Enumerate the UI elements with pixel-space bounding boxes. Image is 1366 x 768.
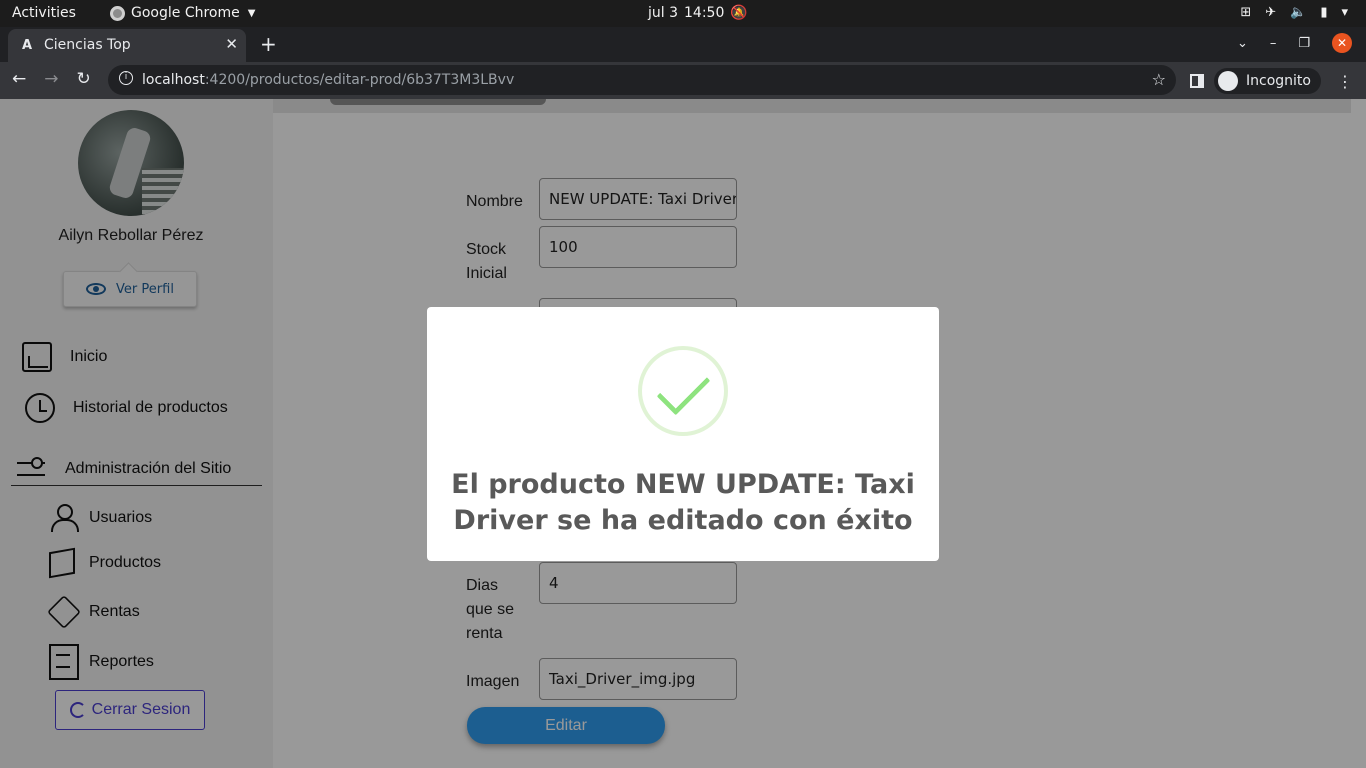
network-icon: ⊞	[1240, 5, 1252, 20]
reload-icon[interactable]: ↻	[77, 69, 91, 89]
back-icon[interactable]: ←	[12, 69, 26, 89]
incognito-badge[interactable]: Incognito	[1214, 68, 1321, 94]
system-tray[interactable]: ⊞ ✈ 🔈 ▮ ▾	[1240, 5, 1348, 20]
activities-button[interactable]: Activities	[12, 5, 76, 21]
clock[interactable]: jul 3 14:50 🔕	[648, 5, 748, 21]
tab-title: Ciencias Top	[44, 37, 131, 53]
battery-icon: ▮	[1320, 5, 1328, 20]
url-host: localhost	[142, 72, 205, 88]
web-page: Ailyn Rebollar Pérez Ver Perfil Inicio H…	[0, 99, 1366, 768]
tab-strip: A Ciencias Top ✕ + ⌄ – ❐ ✕	[0, 27, 1366, 62]
address-bar[interactable]: i localhost:4200/productos/editar-prod/6…	[108, 65, 1176, 95]
menu-kebab-icon[interactable]: ⋮	[1337, 72, 1353, 91]
clock-time: 14:50	[684, 5, 725, 21]
app-menu-label: Google Chrome	[131, 5, 240, 21]
clock-date: jul 3	[648, 5, 679, 21]
browser-tab[interactable]: A Ciencias Top ✕	[8, 29, 246, 62]
tray-caret-icon: ▾	[1341, 5, 1348, 20]
minimize-icon[interactable]: –	[1270, 36, 1277, 51]
incognito-icon	[1218, 71, 1238, 91]
incognito-label: Incognito	[1246, 73, 1311, 89]
toolbar-right: Incognito ⋮	[1190, 68, 1353, 94]
screen: Activities Google Chrome ▼ jul 3 14:50 🔕…	[0, 0, 1366, 768]
notifications-muted-icon: 🔕	[730, 5, 748, 21]
url-path: :4200/productos/editar-prod/6b37T3M3LBvv	[204, 72, 515, 88]
bookmark-star-icon[interactable]: ☆	[1152, 70, 1166, 89]
site-info-icon[interactable]: i	[119, 71, 133, 85]
success-check-icon	[638, 346, 728, 436]
system-top-bar: Activities Google Chrome ▼ jul 3 14:50 🔕…	[0, 0, 1366, 27]
url-text: localhost:4200/productos/editar-prod/6b3…	[142, 72, 514, 88]
success-dialog[interactable]: El producto NEW UPDATE: Taxi Driver se h…	[427, 307, 939, 561]
dialog-message: El producto NEW UPDATE: Taxi Driver se h…	[451, 469, 915, 536]
chrome-icon	[110, 5, 125, 21]
app-menu[interactable]: Google Chrome ▼	[110, 5, 255, 21]
window-controls: ⌄ – ❐ ✕	[1237, 33, 1352, 53]
tab-close-icon[interactable]: ✕	[225, 35, 238, 53]
forward-icon[interactable]: →	[44, 69, 58, 89]
caret-down-icon: ▼	[247, 7, 256, 19]
browser-toolbar: ← → ↻ i localhost:4200/productos/editar-…	[0, 62, 1366, 99]
window-close-icon[interactable]: ✕	[1332, 33, 1352, 53]
tab-search-icon[interactable]: ⌄	[1237, 36, 1248, 51]
new-tab-button[interactable]: +	[260, 32, 277, 56]
restore-icon[interactable]: ❐	[1298, 36, 1310, 51]
volume-icon: 🔈	[1290, 5, 1307, 20]
angular-favicon-icon: A	[22, 38, 33, 53]
side-panel-icon[interactable]	[1190, 74, 1204, 88]
nav-buttons: ← → ↻	[12, 69, 91, 89]
airplane-mode-icon: ✈	[1265, 5, 1277, 20]
